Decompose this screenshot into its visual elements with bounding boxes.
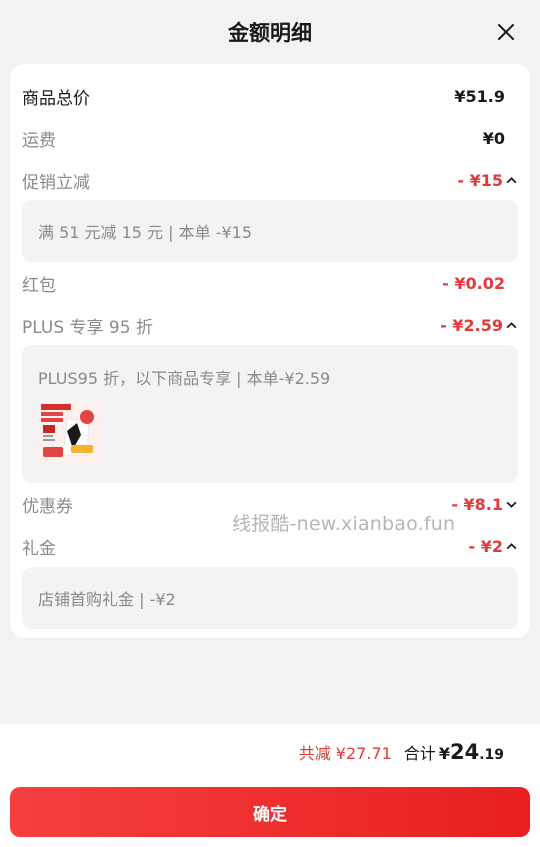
row-promo[interactable]: 促销立减 - ¥15	[22, 164, 518, 196]
sheet-title: 金额明细	[228, 21, 312, 45]
gift-value: - ¥2	[468, 536, 503, 556]
chevron-up-icon[interactable]	[505, 174, 518, 187]
plus-label: PLUS 专享 95 折	[22, 317, 153, 338]
row-plus[interactable]: PLUS 专享 95 折 - ¥2.59	[22, 309, 518, 341]
chevron-up-icon[interactable]	[505, 319, 518, 332]
total-label: 合计	[403, 744, 436, 763]
coupon-value: - ¥8.1	[451, 494, 503, 514]
chevron-down-icon[interactable]	[505, 498, 518, 511]
red-packet-label: 红包	[22, 275, 56, 296]
shipping-label: 运费	[22, 130, 56, 151]
total-integer: 24	[449, 740, 480, 764]
watermark-text: 线报酷-new.xianbao.fun	[232, 513, 456, 535]
coupon-value-group: - ¥8.1	[451, 495, 518, 514]
plus-value: - ¥2.59	[440, 315, 503, 335]
promo-label: 促销立减	[22, 172, 90, 193]
close-button[interactable]	[494, 20, 518, 44]
coupon-label: 优惠券	[22, 496, 73, 517]
chevron-up-icon[interactable]	[505, 540, 518, 553]
promo-detail-text: 满 51 元减 15 元 | 本单 -¥15	[38, 223, 253, 242]
gift-detail-box: 店铺首购礼金 | -¥2	[22, 567, 518, 629]
close-icon	[498, 24, 514, 40]
total-saved: 共减 ¥27.71	[298, 744, 392, 763]
footer-bar: 共减 ¥27.71 合计 ¥ 24 .19 确定	[0, 724, 540, 847]
totals-line: 共减 ¥27.71 合计 ¥ 24 .19	[299, 740, 504, 764]
confirm-button[interactable]: 确定	[10, 787, 530, 837]
row-shipping: 运费 ¥0	[22, 122, 518, 154]
price-breakdown-card: 商品总价 ¥51.9 运费 ¥0 促销立减 - ¥15 满 51 元减 15 元…	[10, 64, 530, 638]
plus-value-group: - ¥2.59	[440, 316, 518, 335]
amount-detail-sheet: 金额明细 商品总价 ¥51.9 运费 ¥0 促销立减 - ¥15 满 51 元减…	[0, 0, 540, 847]
gift-label: 礼金	[22, 538, 56, 559]
shipping-value: ¥0	[482, 128, 505, 148]
row-total-price: 商品总价 ¥51.9	[22, 80, 518, 112]
plus-detail-text: PLUS95 折，以下商品专享 | 本单-¥2.59	[38, 369, 331, 388]
product-thumbnail[interactable]	[37, 401, 99, 463]
gift-detail-text: 店铺首购礼金 | -¥2	[38, 590, 176, 609]
row-red-packet: 红包 - ¥0.02	[22, 267, 518, 299]
sheet-header: 金额明细	[0, 0, 540, 64]
promo-detail-box: 满 51 元减 15 元 | 本单 -¥15	[22, 200, 518, 262]
red-packet-value: - ¥0.02	[442, 273, 505, 293]
promo-value-group: - ¥15	[457, 171, 518, 190]
product-image-icon	[37, 401, 99, 463]
promo-value: - ¥15	[457, 170, 503, 190]
total-price-label: 商品总价	[22, 88, 90, 109]
total-price-value: ¥51.9	[454, 86, 505, 106]
plus-detail-box: PLUS95 折，以下商品专享 | 本单-¥2.59	[22, 345, 518, 483]
total-currency: ¥	[438, 744, 450, 763]
total-decimal: .19	[479, 747, 504, 763]
gift-value-group: - ¥2	[469, 537, 518, 556]
